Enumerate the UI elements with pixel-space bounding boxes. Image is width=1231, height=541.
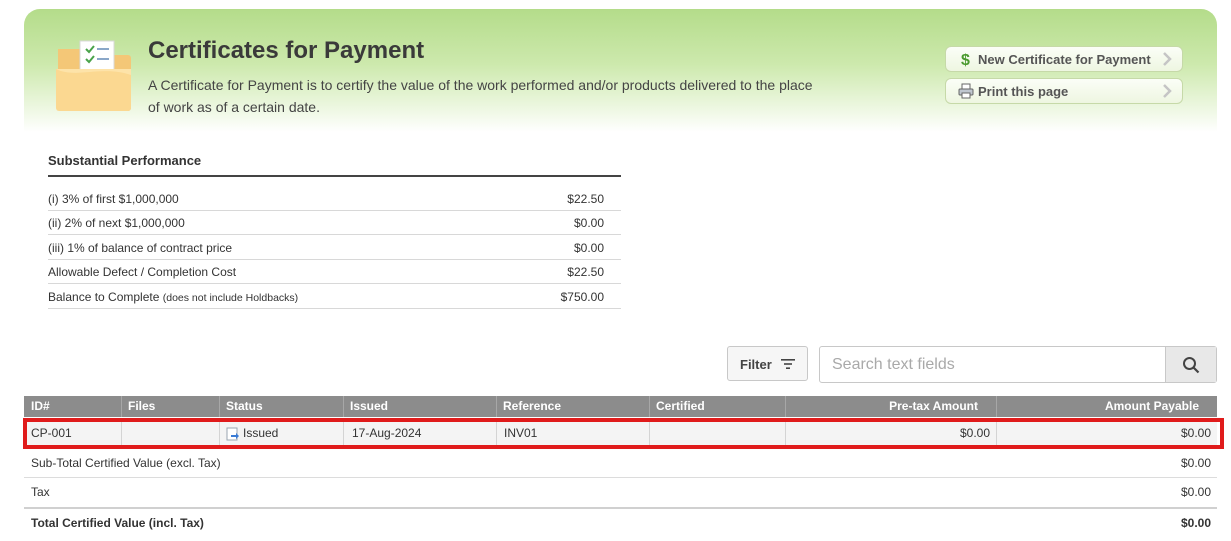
sp-row: (i) 3% of first $1,000,000 $22.50 <box>48 186 621 211</box>
sp-row-label: (i) 3% of first $1,000,000 <box>48 192 179 206</box>
total-value: $0.00 <box>1180 516 1211 530</box>
substantial-performance-title: Substantial Performance <box>48 153 202 168</box>
print-page-button[interactable]: Print this page <box>945 78 1183 104</box>
filter-label: Filter <box>740 357 772 372</box>
sp-row-value: $22.50 <box>567 265 604 279</box>
sp-row-label-text: Balance to Complete <box>48 290 160 304</box>
sp-row-label: Balance to Complete (does not include Ho… <box>48 290 298 304</box>
print-page-label: Print this page <box>978 84 1069 99</box>
tax-value: $0.00 <box>1180 485 1211 499</box>
sp-row-note: (does not include Holdbacks) <box>162 292 299 304</box>
sp-row-value: $22.50 <box>567 192 604 206</box>
sp-row-label: (ii) 2% of next $1,000,000 <box>48 216 185 230</box>
column-header-amount-payable[interactable]: Amount Payable <box>997 396 1217 417</box>
sp-row-value: $750.00 <box>560 290 604 304</box>
search-button[interactable] <box>1165 347 1216 382</box>
sp-row-label: Allowable Defect / Completion Cost <box>48 265 237 279</box>
section-divider <box>48 175 621 177</box>
row-highlight-box <box>23 418 1224 449</box>
column-header-issued[interactable]: Issued <box>344 396 497 417</box>
new-certificate-button[interactable]: $ New Certificate for Payment <box>945 46 1183 72</box>
total-label: Total Certified Value (incl. Tax) <box>31 516 204 530</box>
page-description: A Certificate for Payment is to certify … <box>148 77 813 115</box>
sp-row-value: $0.00 <box>573 241 604 255</box>
svg-text:$: $ <box>961 52 970 67</box>
filter-button[interactable]: Filter <box>727 346 808 381</box>
column-header-reference[interactable]: Reference <box>497 396 650 417</box>
search-input[interactable] <box>820 347 1165 382</box>
table-header: ID# Files Status Issued Reference Certif… <box>24 396 1217 417</box>
printer-icon <box>958 83 974 99</box>
total-row: Total Certified Value (incl. Tax) $0.00 <box>24 516 1217 536</box>
filter-lines-icon <box>781 359 795 369</box>
summary-divider <box>24 477 1217 478</box>
sp-row-value: $0.00 <box>573 216 604 230</box>
summary-divider <box>24 507 1217 509</box>
column-header-files[interactable]: Files <box>122 396 220 417</box>
subtotal-value: $0.00 <box>1180 456 1211 470</box>
column-header-id[interactable]: ID# <box>24 396 122 417</box>
page-title: Certificates for Payment <box>148 37 425 64</box>
chevron-right-icon <box>1163 52 1172 66</box>
tax-label: Tax <box>31 485 50 499</box>
subtotal-label: Sub-Total Certified Value (excl. Tax) <box>31 456 221 470</box>
sp-row: Balance to Complete (does not include Ho… <box>48 284 621 309</box>
column-header-pretax-amount[interactable]: Pre-tax Amount <box>786 396 997 417</box>
column-header-status[interactable]: Status <box>220 396 344 417</box>
sp-row: (ii) 2% of next $1,000,000 $0.00 <box>48 210 621 235</box>
chevron-right-icon <box>1163 84 1172 98</box>
sp-row: (iii) 1% of balance of contract price $0… <box>48 235 621 260</box>
certificate-folder-icon <box>56 40 131 111</box>
subtotal-row: Sub-Total Certified Value (excl. Tax) $0… <box>24 456 1217 476</box>
column-header-certified[interactable]: Certified <box>650 396 786 417</box>
search-icon <box>1183 357 1200 374</box>
tax-row: Tax $0.00 <box>24 485 1217 505</box>
sp-row-label: (iii) 1% of balance of contract price <box>48 241 233 255</box>
dollar-icon: $ <box>961 52 970 67</box>
header-banner: Certificates for Payment A Certificate f… <box>24 9 1217 132</box>
new-certificate-label: New Certificate for Payment <box>978 52 1151 67</box>
search-box <box>819 346 1217 383</box>
sp-row: Allowable Defect / Completion Cost $22.5… <box>48 259 621 284</box>
